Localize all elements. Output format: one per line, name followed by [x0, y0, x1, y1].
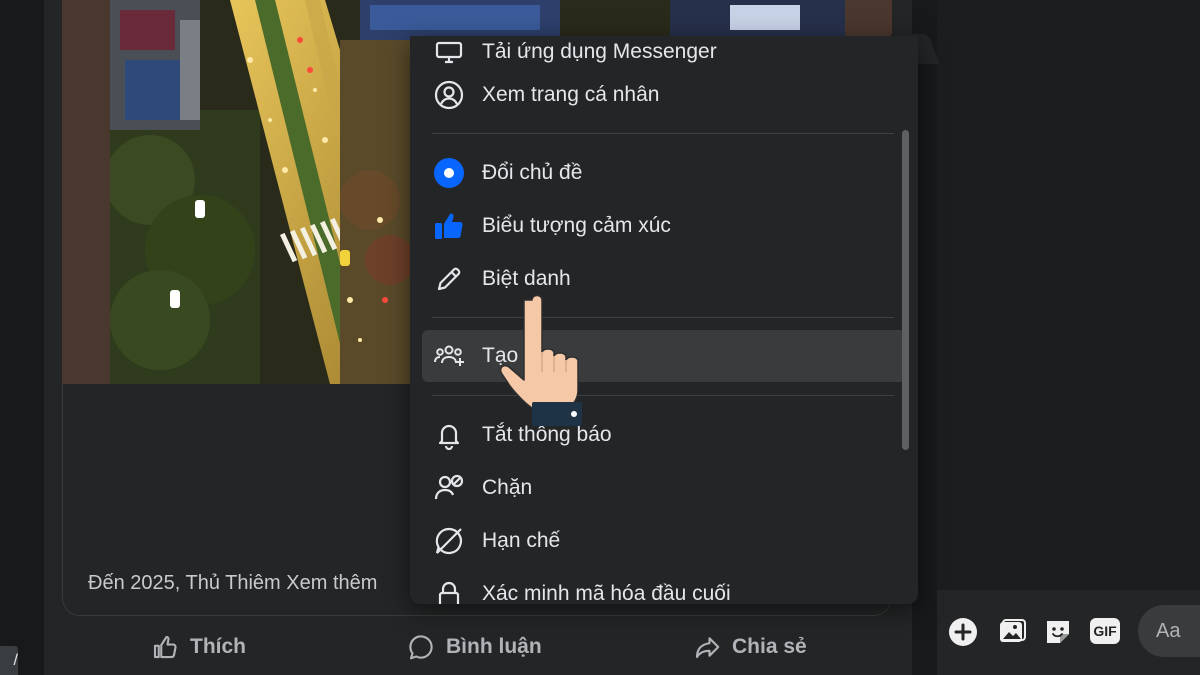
- bell-icon: [432, 418, 466, 452]
- menu-item-label: Tắt thông báo: [482, 423, 612, 446]
- thumbs-up-outline-icon: [153, 635, 177, 659]
- menu-item-label: Hạn chế: [482, 529, 561, 552]
- menu-item-create-group[interactable]: Tạo n: [422, 330, 906, 382]
- menu-item-nickname[interactable]: Biệt danh: [410, 253, 906, 305]
- post-caption: Đến 2025, Thủ Thiêm Xem thêm: [88, 572, 378, 594]
- menu-divider: [432, 133, 894, 134]
- menu-divider: [432, 395, 894, 396]
- more-actions-button[interactable]: [947, 616, 979, 648]
- like-button[interactable]: Thích: [150, 628, 246, 666]
- share-arrow-icon: [695, 637, 720, 659]
- theme-dot-icon: [432, 156, 466, 190]
- menu-item-reaction-emoji[interactable]: Biểu tượng cảm xúc: [410, 200, 906, 252]
- menu-item-label: Xác minh mã hóa đầu cuối: [482, 582, 731, 604]
- restrict-icon: [432, 524, 466, 558]
- menu-item-view-profile[interactable]: Xem trang cá nhân: [410, 69, 906, 121]
- menu-scrollbar[interactable]: [902, 130, 909, 450]
- like-label: Thích: [190, 635, 246, 658]
- menu-item-restrict[interactable]: Hạn chế: [410, 515, 906, 567]
- comment-button[interactable]: Bình luận: [406, 628, 542, 666]
- share-label: Chia sẻ: [732, 635, 807, 658]
- thumbs-up-icon: [432, 209, 466, 243]
- plus-circle-icon: [949, 618, 977, 646]
- menu-item-change-theme[interactable]: Đổi chủ đề: [410, 147, 906, 199]
- people-add-icon: [432, 339, 466, 373]
- menu-divider: [432, 317, 894, 318]
- menu-item-mute[interactable]: Tắt thông báo: [410, 409, 906, 461]
- sticker-button[interactable]: [1042, 616, 1074, 648]
- conversation-options-menu: Tải ứng dụng Messenger Xem trang cá nhân…: [410, 36, 918, 604]
- menu-item-label: Chặn: [482, 476, 533, 499]
- menu-item-block[interactable]: Chặn: [410, 462, 906, 514]
- block-person-icon: [432, 471, 466, 505]
- share-button[interactable]: Chia sẻ: [692, 628, 807, 666]
- menu-item-label: Xem trang cá nhân: [482, 83, 660, 106]
- profile-circle-icon: [432, 78, 466, 112]
- pencil-icon: [432, 262, 466, 296]
- menu-item-label: Biệt danh: [482, 267, 571, 290]
- edge-link-tag: /: [0, 646, 18, 675]
- chat-panel: [937, 0, 1200, 675]
- comment-label: Bình luận: [446, 635, 542, 658]
- menu-item-label: Tạo n: [482, 344, 536, 367]
- menu-item-label: Tải ứng dụng Messenger: [482, 40, 717, 63]
- comment-bubble-icon: [409, 635, 433, 660]
- photo-icon: [1000, 619, 1026, 642]
- sticker-icon: [1047, 621, 1069, 643]
- menu-item-label: Biểu tượng cảm xúc: [482, 214, 671, 237]
- menu-item-verify-encryption[interactable]: Xác minh mã hóa đầu cuối: [410, 568, 906, 604]
- lock-icon: [432, 577, 466, 604]
- menu-item-label: Đổi chủ đề: [482, 161, 583, 184]
- gif-button[interactable]: GIF: [1090, 618, 1120, 644]
- message-input[interactable]: [1138, 605, 1200, 657]
- monitor-icon: [432, 36, 466, 69]
- attach-photo-button[interactable]: [996, 616, 1028, 648]
